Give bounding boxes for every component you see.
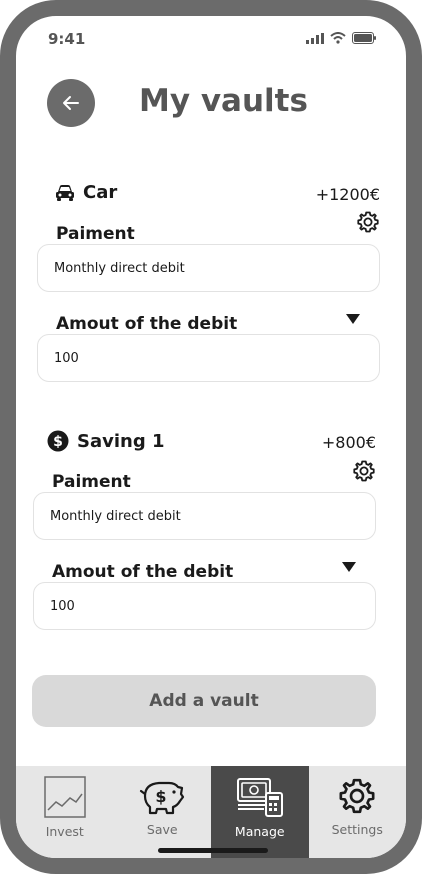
tab-settings[interactable]: Settings [309, 766, 407, 858]
vault-car-header: Car [55, 182, 117, 203]
debit-amount-label: Amout of the debit [56, 314, 238, 334]
tab-label: Save [146, 822, 178, 837]
gear-icon[interactable] [356, 210, 380, 234]
tab-manage[interactable]: Manage [211, 766, 309, 858]
back-button[interactable] [47, 79, 95, 127]
tab-label: Settings [331, 822, 383, 837]
svg-text:$: $ [53, 434, 63, 450]
car-icon [56, 184, 74, 201]
home-indicator [158, 848, 268, 853]
tab-bar: Invest $ Save Manage Settings [16, 766, 406, 858]
gear-icon [339, 778, 375, 814]
money-calculator-icon [236, 778, 283, 817]
chart-icon [44, 776, 86, 818]
status-icons [306, 32, 376, 44]
gear-icon[interactable] [352, 459, 376, 483]
vault-saving-header: $ Saving 1 [47, 430, 165, 452]
vault-name: Car [83, 182, 118, 203]
signal-icon [306, 32, 324, 44]
debit-amount-label: Amout of the debit [52, 562, 234, 582]
dropdown-arrow-icon[interactable] [345, 313, 361, 325]
add-vault-button[interactable]: Add a vault [32, 675, 376, 727]
svg-text:$: $ [156, 787, 167, 806]
battery-icon [352, 32, 376, 44]
tab-label: Invest [45, 824, 84, 839]
vault-name: Saving 1 [77, 430, 165, 452]
screen: 9:41 My vaults Car +1200€ Paiment Monthl… [16, 16, 406, 858]
tab-save[interactable]: $ Save [114, 766, 212, 858]
arrow-left-icon [63, 96, 79, 110]
dropdown-arrow-icon[interactable] [341, 561, 357, 573]
wifi-icon [330, 32, 346, 44]
payment-label: Paiment [52, 472, 131, 492]
tab-invest[interactable]: Invest [16, 766, 114, 858]
dollar-coin-icon: $ [47, 430, 69, 452]
page-title: My vaults [139, 83, 308, 119]
payment-field[interactable]: Monthly direct debit [37, 244, 380, 292]
payment-field[interactable]: Monthly direct debit [33, 492, 376, 540]
phone-frame: 9:41 My vaults Car +1200€ Paiment Monthl… [0, 0, 422, 874]
status-bar: 9:41 [16, 16, 406, 62]
vault-amount: +1200€ [315, 185, 380, 204]
status-time: 9:41 [48, 30, 86, 48]
debit-amount-field[interactable]: 100 [33, 582, 376, 630]
payment-label: Paiment [56, 224, 135, 244]
debit-amount-field[interactable]: 100 [37, 334, 380, 382]
piggy-bank-icon: $ [140, 781, 185, 815]
vault-amount: +800€ [321, 433, 376, 452]
tab-label: Manage [234, 824, 285, 839]
